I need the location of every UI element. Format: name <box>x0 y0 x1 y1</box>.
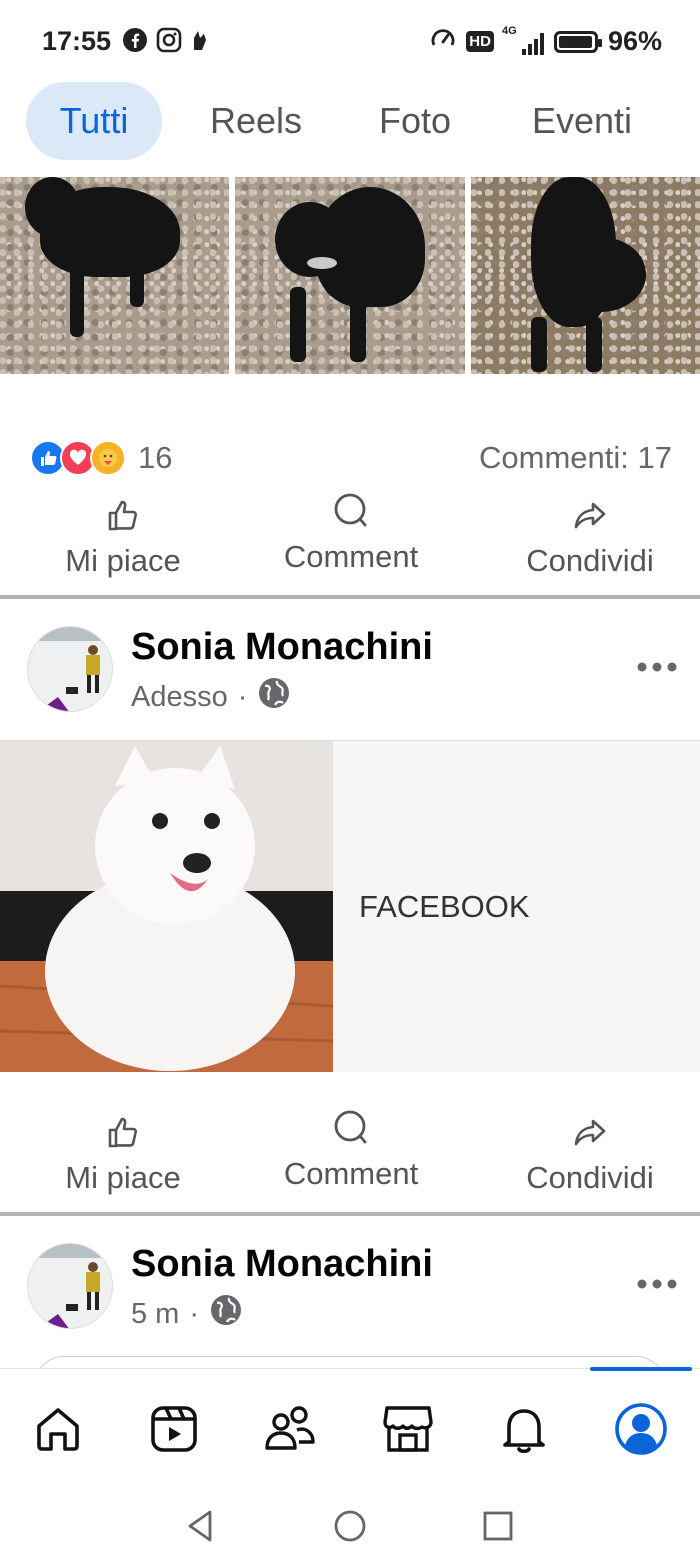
meta-separator: · <box>189 1297 200 1330</box>
comment-label: Comment <box>283 1156 419 1191</box>
hd-icon: HD <box>466 31 494 52</box>
post-photo[interactable] <box>0 177 230 374</box>
status-bar: 17:55 HD 4G 96% <box>0 0 700 80</box>
facebook-icon <box>122 27 148 58</box>
system-navigation <box>0 1478 700 1565</box>
tab-eventi[interactable]: Eventi <box>504 82 660 160</box>
like-button[interactable]: Mi piace <box>56 1113 190 1196</box>
video-icon[interactable] <box>144 1399 204 1459</box>
recents-icon[interactable] <box>478 1506 518 1546</box>
post-divider <box>0 1212 700 1216</box>
photo-grid <box>0 177 700 374</box>
notifications-icon[interactable] <box>494 1399 554 1459</box>
share-icon <box>571 496 609 539</box>
post-time[interactable]: Adesso <box>131 681 228 714</box>
post-actions: Mi piace Comment Condividi <box>0 1110 700 1213</box>
marketplace-icon[interactable] <box>378 1399 438 1459</box>
speed-icon <box>430 26 456 57</box>
tab-foto[interactable]: Foto <box>352 82 478 160</box>
more-options-icon[interactable] <box>636 640 678 682</box>
active-tab-indicator <box>590 1367 692 1371</box>
status-time: 17:55 <box>42 26 112 56</box>
home-button-icon[interactable] <box>330 1506 370 1546</box>
globe-icon <box>209 1293 243 1335</box>
battery-icon <box>553 30 602 53</box>
back-icon[interactable] <box>180 1506 220 1546</box>
care-reaction-icon <box>90 440 126 476</box>
filter-tabs: Tutti Reels Foto Eventi <box>0 80 700 162</box>
globe-icon <box>257 676 291 718</box>
instagram-icon <box>156 27 182 58</box>
post-header: Sonia Monachini Adesso · <box>0 626 700 736</box>
link-preview-image <box>0 741 333 1072</box>
like-label: Mi piace <box>65 1160 181 1195</box>
share-icon <box>571 1113 609 1156</box>
comment-icon <box>331 1107 371 1152</box>
profile-icon[interactable] <box>611 1399 671 1459</box>
post-divider <box>0 595 700 599</box>
post-header: Sonia Monachini 5 m · <box>0 1243 700 1353</box>
post-author[interactable]: Sonia Monachini <box>131 626 433 669</box>
link-title: FACEBOOK <box>333 741 700 1072</box>
status-right-icons: HD 4G 96% <box>430 25 662 57</box>
like-label: Mi piace <box>65 543 181 578</box>
like-icon <box>104 496 142 539</box>
tab-reels[interactable]: Reels <box>186 82 326 160</box>
signal-icon: 4G <box>502 25 544 55</box>
post-time[interactable]: 5 m <box>131 1298 179 1331</box>
meta-separator: · <box>237 680 248 713</box>
comment-button[interactable]: Comment <box>270 490 432 575</box>
tab-tutti[interactable]: Tutti <box>26 82 162 160</box>
status-left-icons <box>122 27 210 58</box>
bottom-nav <box>0 1367 700 1478</box>
battery-percent: 96% <box>607 26 662 56</box>
comment-button[interactable]: Comment <box>270 1107 432 1192</box>
avatar[interactable] <box>27 1243 113 1329</box>
post-actions: Mi piace Comment Condividi <box>0 493 700 596</box>
like-button[interactable]: Mi piace <box>56 496 190 579</box>
post-author[interactable]: Sonia Monachini <box>131 1243 433 1286</box>
share-button[interactable]: Condividi <box>512 1113 668 1196</box>
more-options-icon[interactable] <box>636 1257 678 1299</box>
reaction-count: 16 <box>138 440 173 475</box>
comment-label: Comment <box>283 539 419 574</box>
link-preview-card[interactable]: FACEBOOK <box>0 740 700 1072</box>
post-meta: Adesso · <box>131 676 291 718</box>
like-icon <box>104 1113 142 1156</box>
network-type: 4G <box>501 24 517 37</box>
share-button[interactable]: Condividi <box>512 496 668 579</box>
share-label: Condividi <box>526 1160 654 1195</box>
post-meta: 5 m · <box>131 1293 243 1335</box>
comments-count[interactable]: Commenti: 17 <box>479 440 672 476</box>
home-icon[interactable] <box>28 1399 88 1459</box>
post-photo[interactable] <box>235 177 465 374</box>
reactions-summary[interactable]: 16 <box>30 440 172 476</box>
share-label: Condividi <box>526 543 654 578</box>
avatar[interactable] <box>27 626 113 712</box>
comment-icon <box>331 490 371 535</box>
post-photo[interactable] <box>470 177 700 374</box>
friends-icon[interactable] <box>260 1399 320 1459</box>
notification-app-icon <box>190 28 210 57</box>
